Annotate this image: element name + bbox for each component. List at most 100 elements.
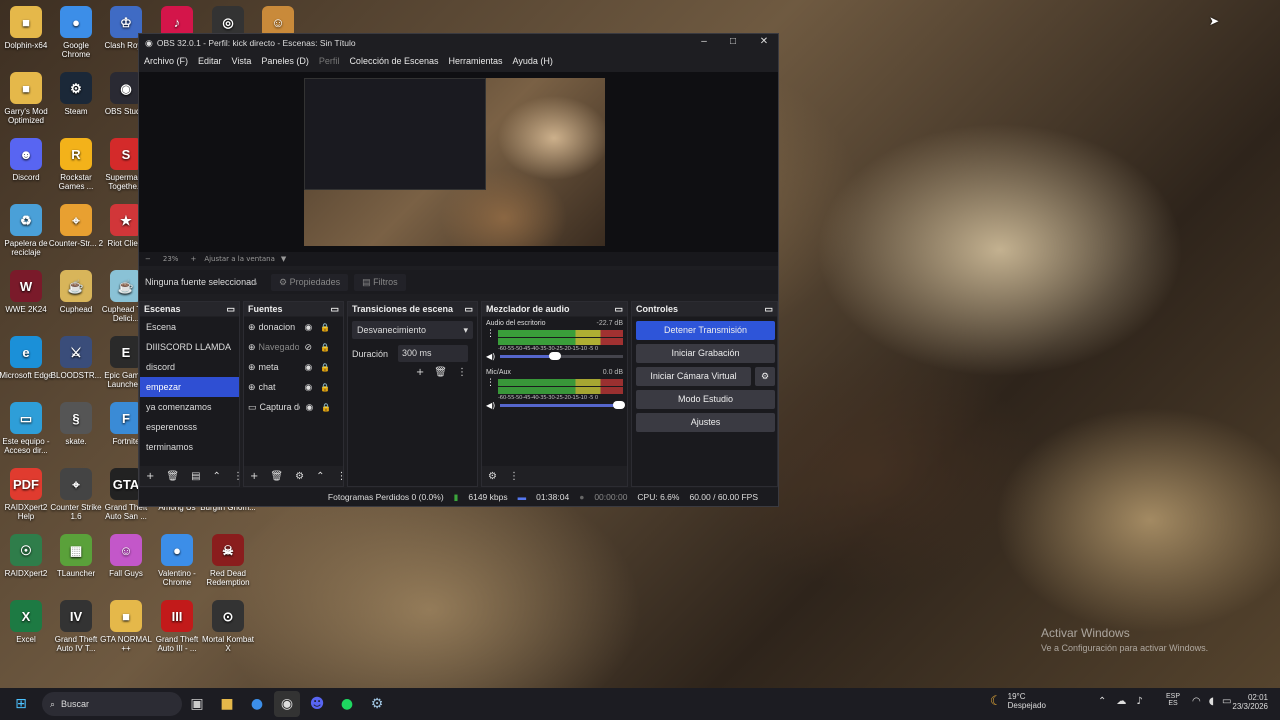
desktop-icon[interactable]: ☕ Cuphead: [48, 266, 104, 332]
source-item[interactable]: ⊕ donacion ◉ 🔒: [244, 317, 343, 337]
desktop-icon[interactable]: ■ GTA NORMAL ++: [98, 596, 154, 662]
desktop-icon[interactable]: R Rockstar Games ...: [48, 134, 104, 200]
mixer-settings-icon[interactable]: ⚙: [488, 471, 497, 482]
onedrive-icon[interactable]: ☁: [1116, 696, 1126, 707]
gear-icon[interactable]: ⚙: [295, 471, 304, 482]
preview-area[interactable]: [139, 72, 778, 252]
task-view-icon[interactable]: ▣: [184, 691, 210, 717]
more-icon[interactable]: ⋮: [457, 367, 467, 378]
chevron-up-icon[interactable]: ⌃: [213, 471, 221, 482]
undock-icon[interactable]: ▭: [614, 304, 623, 315]
chevron-up-icon[interactable]: ⌃: [1098, 696, 1106, 707]
chevron-up-icon[interactable]: ⌃: [316, 471, 324, 482]
volume-slider[interactable]: [500, 352, 623, 360]
scene-item[interactable]: Escena: [140, 317, 239, 337]
scene-item[interactable]: discord: [140, 357, 239, 377]
menu-vista[interactable]: Vista: [227, 56, 257, 66]
zoom-out-icon[interactable]: −: [145, 255, 151, 263]
volume-icon[interactable]: ◖: [1209, 696, 1214, 707]
source-item[interactable]: ⊕ chat ◉ 🔒: [244, 377, 343, 397]
chrome-icon[interactable]: ●: [244, 691, 270, 717]
desktop-icon[interactable]: ☠ Red Dead Redemption: [200, 530, 256, 596]
desktop-icon[interactable]: ● Valentino - Chrome: [149, 530, 205, 596]
chevron-down-icon[interactable]: ▼: [281, 255, 286, 263]
close-icon[interactable]: ✕: [749, 36, 779, 50]
desktop-icon[interactable]: ● Google Chrome: [48, 2, 104, 68]
menu-coleccion[interactable]: Colección de Escenas: [344, 56, 443, 66]
scene-item[interactable]: empezar: [140, 377, 239, 397]
source-item[interactable]: ⊕ Navegador ⊘ 🔒: [244, 337, 343, 357]
more-icon[interactable]: ⋮: [509, 471, 519, 482]
filters-button[interactable]: ▤ Filtros: [354, 273, 406, 291]
menu-archivo[interactable]: Archivo (F): [139, 56, 193, 66]
discord-taskbar-icon[interactable]: ☻: [304, 691, 330, 717]
more-icon[interactable]: ⋮: [486, 378, 498, 388]
source-item[interactable]: ⊕ meta ◉ 🔒: [244, 357, 343, 377]
speaker-icon[interactable]: ◀): [486, 352, 500, 361]
desktop-icon[interactable]: ♻ Papelera de reciclaje: [0, 200, 54, 266]
start-recording-button[interactable]: Iniciar Grabación: [636, 344, 775, 363]
lock-icon[interactable]: 🔒: [321, 403, 331, 412]
minimize-icon[interactable]: –: [689, 36, 719, 50]
virtual-camera-button[interactable]: Iniciar Cámara Virtual: [636, 367, 751, 386]
desktop-icon[interactable]: IV Grand Theft Auto IV T...: [48, 596, 104, 662]
zoom-in-icon[interactable]: +: [190, 255, 196, 263]
filter-icon[interactable]: ▤: [191, 471, 200, 482]
steam-taskbar-icon[interactable]: ⚙: [364, 691, 390, 717]
desktop-icon[interactable]: W WWE 2K24: [0, 266, 54, 332]
more-icon[interactable]: ⋮: [486, 329, 498, 339]
desktop-icon[interactable]: ■ Dolphin-x64: [0, 2, 54, 68]
spotify-icon[interactable]: ●: [334, 691, 360, 717]
desktop-icon[interactable]: ⌖ Counter-Str... 2: [48, 200, 104, 266]
trash-icon[interactable]: 🗑: [434, 367, 447, 378]
eye-off-icon[interactable]: ⊘: [305, 342, 313, 353]
desktop-icon[interactable]: § skate.: [48, 398, 104, 464]
maximize-icon[interactable]: □: [718, 36, 748, 50]
properties-button[interactable]: ⚙ Propiedades: [271, 273, 349, 291]
eye-icon[interactable]: ◉: [305, 322, 313, 333]
zoom-fit[interactable]: Ajustar a la ventana: [204, 255, 275, 263]
desktop-icon[interactable]: III Grand Theft Auto III - ...: [149, 596, 205, 662]
file-explorer-icon[interactable]: ■: [214, 691, 240, 717]
studio-mode-button[interactable]: Modo Estudio: [636, 390, 775, 409]
desktop-icon[interactable]: ▦ TLauncher: [48, 530, 104, 596]
desktop-icon[interactable]: ⊙ Mortal Kombat X: [200, 596, 256, 662]
search-box[interactable]: ⌕ Buscar: [42, 692, 182, 716]
desktop-icon[interactable]: X Excel: [0, 596, 54, 662]
desktop-icon[interactable]: PDF RAIDXpert2 Help: [0, 464, 54, 530]
scene-item[interactable]: terminamos: [140, 437, 239, 457]
add-icon[interactable]: +: [416, 367, 424, 378]
desktop-icon[interactable]: ⚙ Steam: [48, 68, 104, 134]
undock-icon[interactable]: ▭: [464, 304, 473, 315]
undock-icon[interactable]: ▭: [226, 304, 235, 315]
clock[interactable]: 02:01 23/3/2026: [1228, 693, 1268, 711]
desktop-icon[interactable]: ☺ Fall Guys: [98, 530, 154, 596]
desktop-icon[interactable]: ▭ Este equipo - Acceso dir...: [0, 398, 54, 464]
trash-icon[interactable]: 🗑: [166, 471, 179, 482]
trash-icon[interactable]: 🗑: [270, 471, 283, 482]
scene-item[interactable]: ya comenzamos: [140, 397, 239, 417]
speaker-icon[interactable]: ◀): [486, 401, 500, 410]
windows-start-icon[interactable]: ⊞: [8, 691, 34, 717]
menu-perfil[interactable]: Perfil: [314, 56, 345, 66]
gear-icon[interactable]: ⚙: [755, 367, 775, 386]
undock-icon[interactable]: ▭: [764, 304, 773, 315]
eye-icon[interactable]: ◉: [305, 382, 313, 393]
obs-taskbar-icon[interactable]: ◉: [274, 691, 300, 717]
desktop-icon[interactable]: ☉ RAIDXpert2: [0, 530, 54, 596]
lock-icon[interactable]: 🔒: [320, 363, 330, 372]
lock-icon[interactable]: 🔒: [320, 383, 330, 392]
menu-editar[interactable]: Editar: [193, 56, 227, 66]
source-item[interactable]: ▭Captura de ◉ 🔒: [244, 397, 343, 417]
eye-icon[interactable]: ◉: [306, 402, 314, 413]
desktop-icon[interactable]: ⌖ Counter Strike 1.6: [48, 464, 104, 530]
eye-icon[interactable]: ◉: [305, 362, 313, 373]
microphone-icon[interactable]: ♪: [1136, 696, 1142, 707]
weather-widget[interactable]: ☾ 19°C Despejado: [990, 692, 1046, 710]
menu-herramientas[interactable]: Herramientas: [444, 56, 508, 66]
more-icon[interactable]: ⋮: [233, 471, 243, 482]
desktop-icon[interactable]: ☻ Discord: [0, 134, 54, 200]
volume-handle[interactable]: [549, 352, 562, 360]
menu-ayuda[interactable]: Ayuda (H): [508, 56, 558, 66]
volume-slider[interactable]: [500, 401, 626, 409]
